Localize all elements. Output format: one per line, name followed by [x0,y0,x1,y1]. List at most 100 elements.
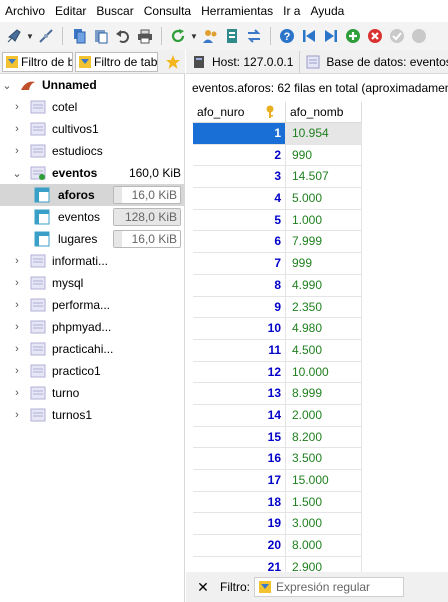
table-row[interactable]: 13 8.999 [193,383,362,405]
cell-afo-nomb[interactable]: 2.350 [286,296,362,318]
chevron-right-icon[interactable]: › [10,277,24,289]
cell-afo-nuro[interactable]: 11 [193,339,286,361]
tree-root-session[interactable]: ⌄ Unnamed [0,74,185,96]
tree-item-practicahi[interactable]: › practicahi... [0,338,185,360]
cell-afo-nomb[interactable]: 4.500 [286,339,362,361]
chevron-down-icon[interactable]: ▼ [190,32,198,41]
tree-item-mysql[interactable]: › mysql [0,272,185,294]
chevron-right-icon[interactable]: › [10,343,24,355]
cell-afo-nuro[interactable]: 5 [193,209,286,231]
cell-afo-nomb[interactable]: 1.000 [286,209,362,231]
tree-table-eventos[interactable]: eventos 128,0 KiB [0,206,185,228]
menu-ir-a[interactable]: Ir a [278,0,305,22]
table-row[interactable]: 12 10.000 [193,361,362,384]
delete-icon[interactable] [365,26,385,46]
tree-item-cultivos1[interactable]: › cultivos1 [0,118,185,140]
cell-afo-nomb[interactable]: 5.000 [286,188,362,209]
tree-item-phpmyadmin[interactable]: › phpmyad... [0,316,185,338]
tree-item-turno[interactable]: › turno [0,382,185,404]
menu-editar[interactable]: Editar [50,0,91,22]
cell-afo-nuro[interactable]: 8 [193,274,286,296]
cell-afo-nuro[interactable]: 20 [193,535,286,556]
chevron-down-icon[interactable]: ⌄ [10,167,24,180]
table-row[interactable]: 8 4.990 [193,274,362,297]
tree-item-practico1[interactable]: › practico1 [0,360,185,382]
cell-afo-nomb[interactable]: 4.980 [286,318,362,339]
cancel-icon[interactable] [409,26,429,46]
table-row[interactable]: 14 2.000 [193,404,362,427]
table-row[interactable]: 15 8.200 [193,426,362,449]
cell-afo-nuro[interactable]: 4 [193,188,286,209]
table-row[interactable]: 17 15.000 [193,470,362,492]
table-row[interactable]: 9 2.350 [193,296,362,319]
chevron-down-icon[interactable]: ▼ [26,32,34,41]
cell-afo-nomb[interactable]: 990 [286,144,362,166]
chevron-right-icon[interactable]: › [10,123,24,135]
print-icon[interactable] [135,26,155,46]
cell-afo-nuro[interactable]: 14 [193,404,286,426]
first-icon[interactable] [299,26,319,46]
cell-afo-nuro[interactable]: 12 [193,361,286,383]
tree-item-cotel[interactable]: › cotel [0,96,185,118]
table-filter-field[interactable]: Filtro de tab [75,51,158,72]
menu-archivo[interactable]: Archivo [0,0,50,22]
cell-afo-nomb[interactable]: 14.507 [286,166,362,188]
cell-afo-nomb[interactable]: 8.999 [286,383,362,404]
chevron-right-icon[interactable]: › [10,387,24,399]
table-row[interactable]: 5 1.000 [193,209,362,232]
regex-filter-input[interactable]: Expresión regular [254,577,404,597]
chevron-right-icon[interactable]: › [10,409,24,421]
table-row[interactable]: 3 14.507 [193,166,362,189]
user-manager-icon[interactable] [200,26,220,46]
tree-item-information-schema[interactable]: › informati... [0,250,185,272]
cell-afo-nomb[interactable]: 7.999 [286,231,362,253]
tree-item-turnos1[interactable]: › turnos1 [0,404,185,426]
tree-item-performance-schema[interactable]: › performa... [0,294,185,316]
menu-consulta[interactable]: Consulta [139,0,196,22]
add-icon[interactable] [343,26,363,46]
cell-afo-nuro[interactable]: 9 [193,296,286,318]
cell-afo-nomb[interactable]: 3.500 [286,448,362,469]
table-row[interactable]: 4 5.000 [193,188,362,210]
cell-afo-nomb[interactable]: 4.990 [286,274,362,296]
table-row[interactable]: 2 990 [193,144,362,167]
cell-afo-nuro[interactable]: 10 [193,318,286,339]
cell-afo-nuro[interactable]: 13 [193,383,286,404]
copy-icon[interactable] [69,26,89,46]
disconnect-icon[interactable] [36,26,56,46]
cell-afo-nomb[interactable]: 3.000 [286,513,362,535]
chevron-down-icon[interactable]: ⌄ [0,79,14,92]
cell-afo-nomb[interactable]: 999 [286,253,362,274]
table-row[interactable]: 19 3.000 [193,513,362,536]
cell-afo-nuro[interactable]: 17 [193,470,286,491]
chevron-right-icon[interactable]: › [10,321,24,333]
cell-afo-nuro[interactable]: 2 [193,144,286,166]
tree-item-eventos[interactable]: ⌄ eventos 160,0 KiB [0,162,185,184]
tree-table-aforos[interactable]: aforos 16,0 KiB [0,184,185,206]
table-row[interactable]: 20 8.000 [193,535,362,557]
chevron-right-icon[interactable]: › [10,255,24,267]
cell-afo-nomb[interactable]: 2.000 [286,404,362,426]
next-icon[interactable] [321,26,341,46]
cell-afo-nuro[interactable]: 15 [193,426,286,448]
table-row[interactable]: 11 4.500 [193,339,362,362]
transfer-icon[interactable] [244,26,264,46]
cell-afo-nuro[interactable]: 19 [193,513,286,535]
chevron-right-icon[interactable]: › [10,145,24,157]
menu-herramientas[interactable]: Herramientas [196,0,278,22]
export-icon[interactable] [222,26,242,46]
cell-afo-nomb[interactable]: 8.000 [286,535,362,556]
tab-host[interactable]: Host: 127.0.0.1 [186,51,301,73]
cell-afo-nuro[interactable]: 3 [193,166,286,188]
apply-icon[interactable] [387,26,407,46]
cell-afo-nomb[interactable]: 8.200 [286,426,362,448]
cell-afo-nuro[interactable]: 7 [193,253,286,274]
tree-table-lugares[interactable]: lugares 16,0 KiB [0,228,185,250]
close-icon[interactable]: ✕ [194,579,212,596]
undo-icon[interactable] [113,26,133,46]
cell-afo-nuro[interactable]: 18 [193,491,286,513]
tree-item-estudiocs[interactable]: › estudiocs [0,140,185,162]
paste-icon[interactable] [91,26,111,46]
chevron-right-icon[interactable]: › [10,101,24,113]
cell-afo-nomb[interactable]: 1.500 [286,491,362,513]
